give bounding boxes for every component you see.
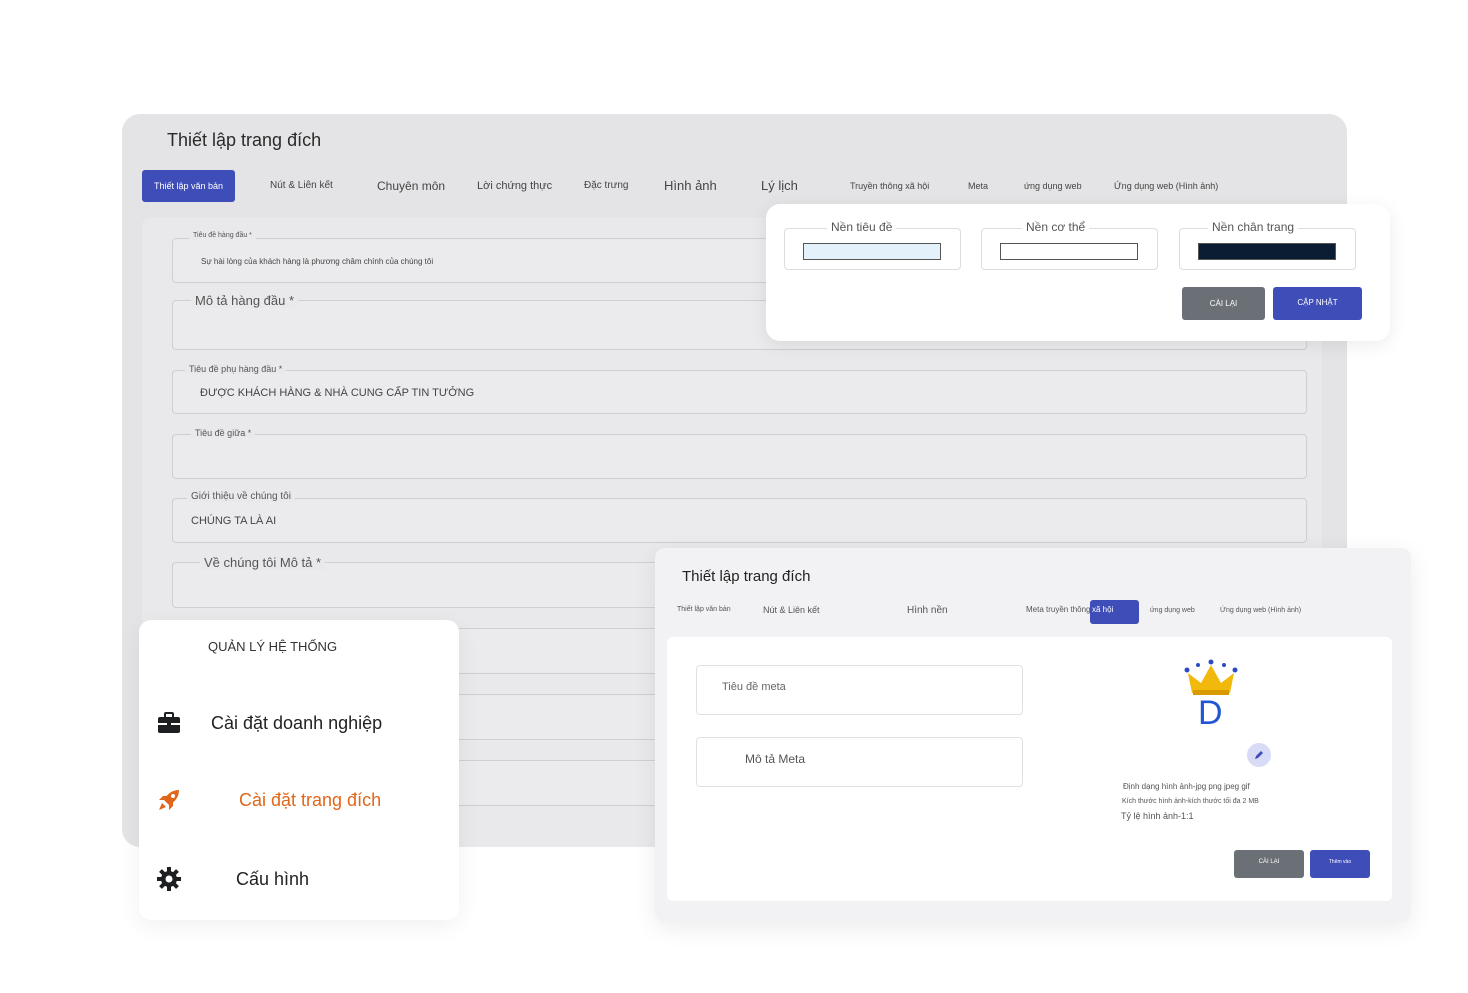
- middle-title-field[interactable]: Tiêu đề giữa *: [172, 428, 1307, 479]
- menu-item-business-settings[interactable]: Cài đặt doanh nghiệp: [139, 703, 459, 743]
- footer-color-swatch[interactable]: [1198, 243, 1336, 260]
- gear-icon: [157, 867, 181, 891]
- meta-form: Tiêu đề meta Mô tả Meta D Định dạng hình…: [667, 637, 1392, 901]
- tab-history[interactable]: Lý lịch: [761, 170, 798, 202]
- edit-image-button[interactable]: [1247, 743, 1271, 767]
- tab-background-image[interactable]: Hình nền: [907, 605, 948, 616]
- menu-heading: QUẢN LÝ HỆ THỐNG: [208, 639, 338, 654]
- tab-social-active[interactable]: xã hội: [1090, 600, 1139, 624]
- tab-web-app[interactable]: ứng dụng web: [1024, 170, 1082, 202]
- field-label: Giới thiệu về chúng tôi: [187, 491, 295, 502]
- meta-title-input[interactable]: Tiêu đề meta: [696, 665, 1023, 715]
- tab-social-media[interactable]: Truyền thông xã hội: [850, 170, 929, 202]
- tab-testimonials[interactable]: Lời chứng thực: [477, 170, 552, 202]
- rocket-icon: [159, 790, 179, 810]
- menu-item-landing-settings[interactable]: Cài đặt trang đích: [139, 780, 459, 820]
- tab-text-settings[interactable]: Thiết lập văn bản: [142, 170, 236, 202]
- meta-description-input[interactable]: Mô tả Meta: [696, 737, 1023, 787]
- header-bg-label: Nền tiêu đề: [827, 220, 897, 234]
- top-subtitle-field[interactable]: Tiêu đề phụ hàng đầu * ĐƯỢC KHÁCH HÀNG &…: [172, 364, 1307, 414]
- about-us-field[interactable]: Giới thiệu về chúng tôi CHÚNG TA LÀ AI: [172, 491, 1307, 543]
- image-format-note: Định dạng hình ảnh-jpg png jpeg gif: [1123, 782, 1250, 791]
- body-bg-label: Nền cơ thể: [1022, 220, 1090, 234]
- field-value: ĐƯỢC KHÁCH HÀNG & NHÀ CUNG CẤP TIN TƯỞNG: [200, 387, 475, 399]
- body-color-swatch[interactable]: [1000, 243, 1138, 260]
- reset-button[interactable]: CÀI LẠI: [1234, 850, 1304, 878]
- tab-images[interactable]: Hình ảnh: [664, 170, 717, 202]
- field-value: CHÚNG TA LÀ AI: [191, 515, 277, 527]
- reset-button[interactable]: CÀI LẠI: [1182, 287, 1265, 320]
- body-bg-picker[interactable]: Nền cơ thể: [981, 220, 1158, 270]
- field-label: Tiêu đề hàng đầu *: [189, 232, 256, 239]
- menu-item-configuration[interactable]: Cấu hình: [139, 859, 459, 899]
- field-label: Tiêu đề giữa *: [191, 428, 256, 438]
- image-ratio-note: Tỷ lệ hình ảnh-1:1: [1121, 811, 1194, 821]
- image-size-note: Kích thước hình ảnh-kích thước tối đa 2 …: [1122, 798, 1259, 805]
- header-color-swatch[interactable]: [803, 243, 941, 260]
- footer-bg-picker[interactable]: Nền chân trang: [1179, 220, 1356, 270]
- add-button[interactable]: Thêm vào: [1310, 850, 1370, 878]
- tab-web-app-images[interactable]: Ứng dụng web (Hình ảnh): [1220, 607, 1301, 614]
- meta-settings-card: Thiết lập trang đích Thiết lập văn bản N…: [655, 548, 1411, 922]
- briefcase-icon: [158, 712, 180, 733]
- tab-features[interactable]: Đặc trưng: [584, 170, 629, 202]
- tab-buttons-links[interactable]: Nút & Liên kết: [270, 170, 333, 202]
- menu-item-label: Cài đặt trang đích: [239, 790, 382, 810]
- field-label: Mô tả hàng đầu *: [191, 293, 299, 308]
- header-bg-picker[interactable]: Nền tiêu đề: [784, 220, 961, 270]
- field-value: Sự hài lòng của khách hàng là phương châ…: [201, 257, 434, 266]
- system-management-menu: QUẢN LÝ HỆ THỐNG Cài đặt doanh nghiệp Cà…: [139, 620, 459, 920]
- meta-description-placeholder: Mô tả Meta: [745, 752, 806, 766]
- tab-web-app-images[interactable]: Ứng dụng web (Hình ảnh): [1114, 170, 1218, 202]
- update-button[interactable]: CẬP NHẬT: [1273, 287, 1362, 320]
- field-label: Về chúng tôi Mô tả *: [200, 555, 326, 570]
- tab-text-settings[interactable]: Thiết lập văn bản: [677, 606, 731, 613]
- footer-bg-label: Nền chân trang: [1208, 220, 1299, 234]
- logo-letter: D: [1198, 694, 1223, 732]
- tab-expertise[interactable]: Chuyên môn: [377, 170, 445, 202]
- pencil-icon: [1255, 751, 1263, 759]
- settings-tabs: Thiết lập văn bản Nút & Liên kết Chuyên …: [142, 170, 1347, 202]
- tab-meta[interactable]: Meta: [968, 170, 988, 202]
- field-label: Tiêu đề phụ hàng đầu *: [185, 364, 287, 374]
- tab-meta-social[interactable]: Meta truyền thông: [1026, 605, 1090, 614]
- page-title: Thiết lập trang đích: [167, 130, 322, 150]
- meta-title-placeholder: Tiêu đề meta: [722, 681, 786, 693]
- menu-item-label: Cấu hình: [236, 869, 310, 889]
- tab-buttons-links[interactable]: Nút & Liên kết: [763, 605, 820, 615]
- meta-card-title: Thiết lập trang đích: [682, 568, 811, 585]
- menu-item-label: Cài đặt doanh nghiệp: [211, 713, 383, 733]
- crown-icon: [1184, 659, 1238, 695]
- tab-web-app[interactable]: ứng dụng web: [1150, 607, 1195, 614]
- background-colors-card: Nền tiêu đề Nền cơ thể Nền chân trang CÀ…: [766, 204, 1390, 341]
